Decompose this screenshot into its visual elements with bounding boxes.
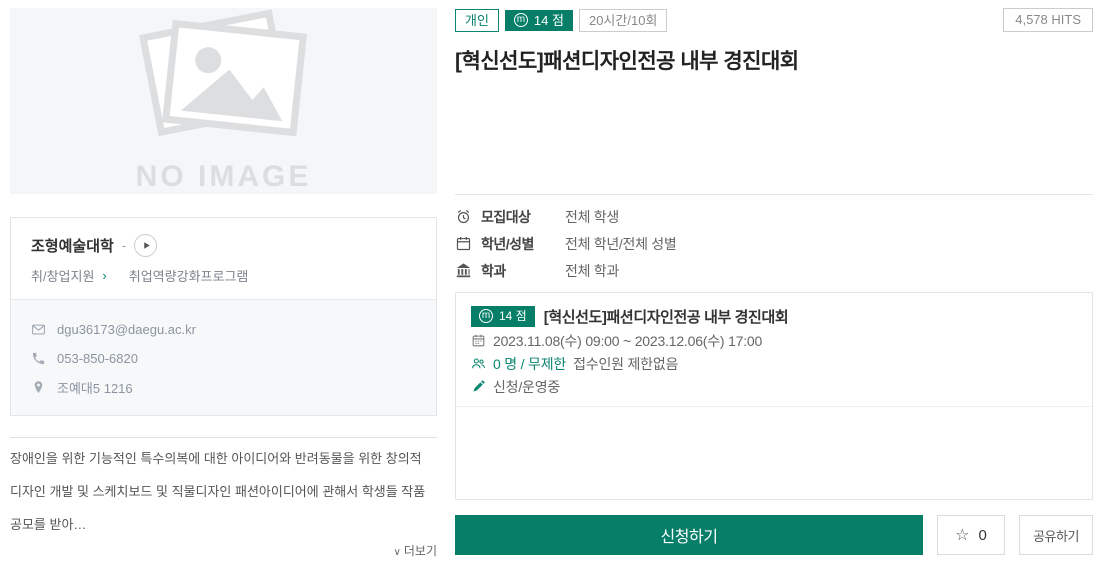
favorite-count: 0 [979, 527, 987, 544]
badge-row: 개인 m 14 점 20시간/10회 4,578 HITS [455, 8, 1093, 32]
map-pin-icon [31, 380, 46, 395]
contact-email-row: dgu36173@daegu.ac.kr [31, 315, 416, 344]
breadcrumb-category: 취/창업지원 [31, 266, 94, 285]
session-date-row: 2023.11.08(수) 09:00 ~ 2023.12.06(수) 17:0… [471, 329, 1077, 352]
info-row-department: 학과 전체 학과 [455, 257, 1093, 284]
session-capacity-highlight: 0 명 / 무제한 [493, 354, 566, 374]
program-description: 장애인을 위한 기능적인 특수의복에 대한 아이디어와 반려동물을 위한 창의적… [10, 442, 437, 541]
contact-location: 조예대5 1216 [57, 378, 133, 397]
chevron-down-icon: ∨ [394, 547, 401, 558]
session-title: [혁신선도]패션디자인전공 내부 경진대회 [544, 306, 789, 327]
star-icon: ☆ [955, 525, 969, 545]
info-value: 전체 학과 [565, 261, 619, 281]
session-card-body [456, 407, 1092, 499]
left-column: NO IMAGE 조형예술대학 - 취/창업지원 › 취업역량강화프로그램 [10, 8, 437, 555]
share-button[interactable]: 공유하기 [1019, 515, 1093, 555]
contact-section: dgu36173@daegu.ac.kr 053-850-6820 조예대5 1… [11, 299, 436, 415]
play-button[interactable] [134, 234, 157, 257]
phone-icon [31, 351, 46, 366]
m-circle-icon: m [479, 309, 493, 323]
more-row: ∨더보기 [10, 542, 437, 560]
session-status-row: 신청/운영중 [471, 375, 1077, 398]
contact-phone-row: 053-850-6820 [31, 344, 416, 373]
info-section: 모집대상 전체 학생 학년/성별 전체 학년/전체 성별 학과 전체 학과 [455, 194, 1093, 284]
organization-dash: - [122, 238, 126, 253]
more-link[interactable]: ∨더보기 [394, 544, 437, 558]
badge-personal: 개인 [455, 9, 499, 32]
bank-icon [455, 262, 473, 280]
session-capacity-note: 접수인원 제한없음 [573, 354, 678, 374]
apply-button[interactable]: 신청하기 [455, 515, 923, 555]
badge-points: m 14 점 [505, 10, 573, 31]
session-card: m 14 점 [혁신선도]패션디자인전공 내부 경진대회 2023.11.08(… [455, 292, 1093, 500]
session-card-header: m 14 점 [혁신선도]패션디자인전공 내부 경진대회 2023.11.08(… [456, 293, 1092, 407]
hits-counter: 4,578 HITS [1003, 8, 1093, 32]
session-badge-label: 14 점 [499, 308, 527, 325]
program-detail-page: NO IMAGE 조형예술대학 - 취/창업지원 › 취업역량강화프로그램 [0, 0, 1098, 565]
calendar-icon [471, 333, 486, 348]
info-label: 모집대상 [481, 207, 565, 227]
play-icon [141, 240, 152, 251]
chevron-right-icon: › [102, 268, 106, 283]
badge-hours: 20시간/10회 [579, 9, 667, 32]
pen-icon [471, 379, 486, 394]
info-label: 학년/성별 [481, 234, 565, 254]
info-value: 전체 학생 [565, 207, 619, 227]
no-image-label: NO IMAGE [136, 160, 312, 194]
alarm-clock-icon [455, 208, 473, 226]
session-date-range: 2023.11.08(수) 09:00 ~ 2023.12.06(수) 17:0… [493, 331, 762, 351]
favorite-button[interactable]: ☆ 0 [937, 515, 1005, 555]
page-title: [혁신선도]패션디자인전공 내부 경진대회 [455, 45, 1093, 75]
session-status: 신청/운영중 [493, 377, 560, 397]
session-badge-points: m 14 점 [471, 306, 535, 327]
contact-email: dgu36173@daegu.ac.kr [57, 322, 196, 337]
more-label: 더보기 [404, 544, 437, 558]
info-row-target: 모집대상 전체 학생 [455, 203, 1093, 230]
info-row-grade-gender: 학년/성별 전체 학년/전체 성별 [455, 230, 1093, 257]
contact-location-row: 조예대5 1216 [31, 373, 416, 402]
no-image-placeholder: NO IMAGE [10, 8, 437, 194]
organization-card-header: 조형예술대학 - 취/창업지원 › 취업역량강화프로그램 [11, 218, 436, 299]
organization-name: 조형예술대학 [31, 235, 114, 256]
calendar-icon [455, 235, 473, 253]
info-label: 학과 [481, 261, 565, 281]
divider [10, 437, 437, 438]
right-column: 개인 m 14 점 20시간/10회 4,578 HITS [혁신선도]패션디자… [455, 8, 1093, 555]
badge-points-label: 14 점 [534, 12, 564, 29]
no-image-photos-icon [124, 8, 324, 158]
contact-phone: 053-850-6820 [57, 351, 138, 366]
breadcrumb: 취/창업지원 › 취업역량강화프로그램 [31, 266, 416, 285]
people-icon [471, 356, 486, 371]
session-capacity-row: 0 명 / 무제한 접수인원 제한없음 [471, 352, 1077, 375]
breadcrumb-program: 취업역량강화프로그램 [129, 266, 249, 285]
info-value: 전체 학년/전체 성별 [565, 234, 676, 254]
envelope-icon [31, 322, 46, 337]
m-circle-icon: m [514, 13, 528, 27]
organization-card: 조형예술대학 - 취/창업지원 › 취업역량강화프로그램 dgu36173@da… [10, 217, 437, 416]
action-row: 신청하기 ☆ 0 공유하기 [455, 515, 1093, 555]
